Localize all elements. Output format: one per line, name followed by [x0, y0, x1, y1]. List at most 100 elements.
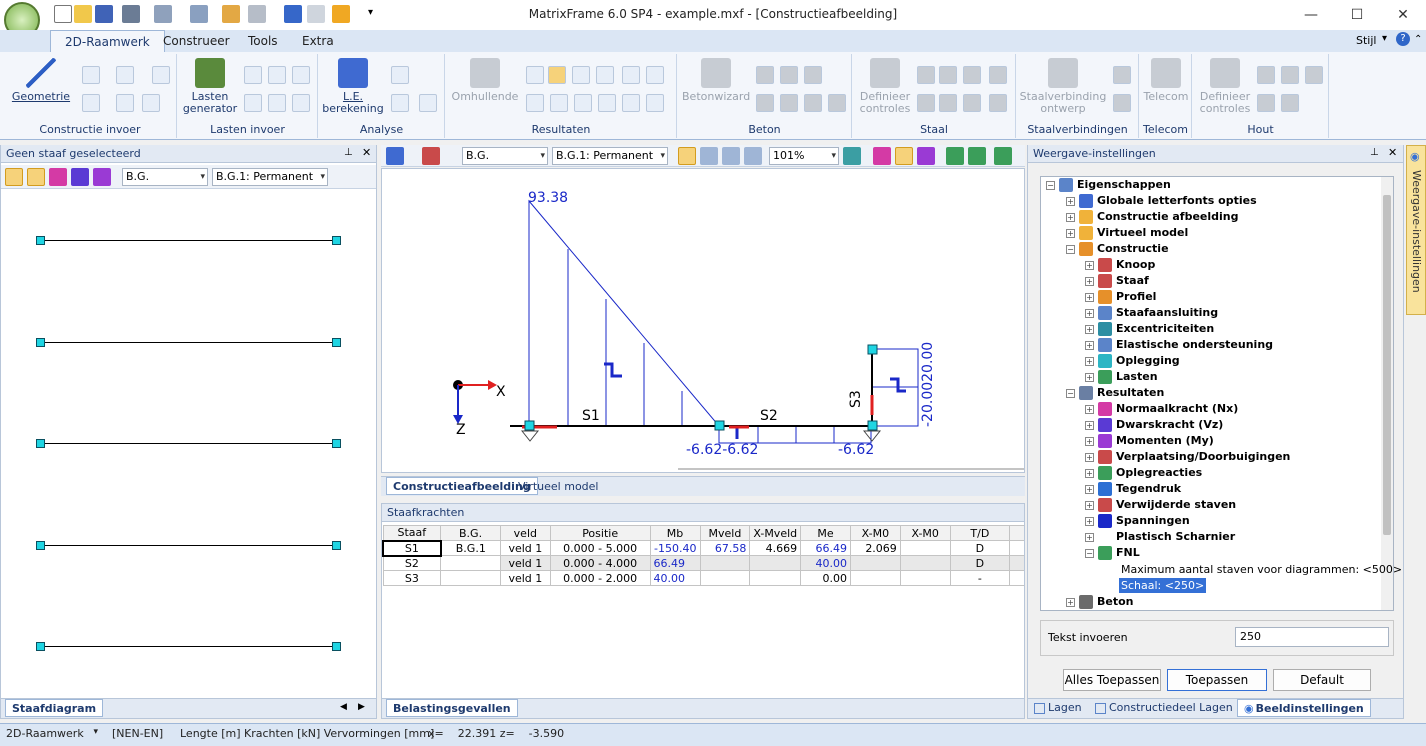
member-result-icon[interactable]	[646, 66, 664, 84]
member-line[interactable]	[41, 545, 337, 546]
cell-me[interactable]: 0.00	[800, 570, 851, 586]
cell-staaf[interactable]: S1	[382, 539, 442, 557]
stress-result-icon[interactable]	[526, 94, 544, 112]
shear-diagram-icon[interactable]	[27, 168, 45, 186]
expand-icon[interactable]: +	[1085, 260, 1094, 270]
steel-chart-3-icon[interactable]	[963, 94, 981, 112]
expand-icon[interactable]: +	[1066, 196, 1075, 206]
tree-item-dwarskracht[interactable]: + Dwarskracht (Vz)	[1085, 417, 1223, 433]
geometrie-button[interactable]: Geometrie	[10, 58, 72, 103]
tree-item-schaal[interactable]: Schaal: <250>	[1119, 578, 1207, 593]
cell-x-mveld[interactable]: 4.669	[749, 540, 802, 556]
member-line[interactable]	[41, 646, 337, 647]
tab-staafdiagram[interactable]: Staafdiagram	[5, 699, 104, 717]
steel-chart-1-icon[interactable]	[917, 94, 935, 112]
reactions-view-icon[interactable]	[968, 147, 986, 165]
cell-bg[interactable]	[440, 555, 501, 571]
scroll-right-icon[interactable]: ▶	[358, 702, 365, 712]
le-berekening-button[interactable]: L.E. berekening	[321, 58, 385, 115]
expand-icon[interactable]: +	[1085, 340, 1094, 350]
member-node-end[interactable]	[332, 439, 341, 448]
left-case-select[interactable]: B.G.1: Permanent	[212, 168, 328, 186]
buckling-icon[interactable]	[622, 94, 640, 112]
right-panel-close-icon[interactable]: ✕	[1388, 146, 1397, 159]
structure-view-icon[interactable]	[386, 147, 404, 165]
normal-force-icon[interactable]	[49, 168, 67, 186]
cell-td[interactable]: -	[949, 570, 1011, 586]
betonwizard-button[interactable]: Betonwizard	[682, 58, 750, 103]
member-node-start[interactable]	[36, 439, 45, 448]
col-me[interactable]: Me	[800, 525, 851, 541]
zoom-in-icon[interactable]	[722, 147, 740, 165]
normal-force-view-icon[interactable]	[873, 147, 891, 165]
calc-table-icon[interactable]	[391, 94, 409, 112]
cell-veld[interactable]: veld 1	[499, 570, 551, 586]
cell-td[interactable]: D	[949, 540, 1011, 556]
col-x-mveld[interactable]: X-Mveld	[749, 525, 802, 541]
cell-positie[interactable]: 0.000 - 2.000	[549, 570, 651, 586]
table-row[interactable]: S2 veld 1 0.000 - 4.000 66.49 40.00 D	[382, 555, 1024, 571]
col-td[interactable]: T/D	[949, 525, 1011, 541]
moment-line-icon[interactable]	[550, 94, 568, 112]
omhullende-button[interactable]: Omhullende	[450, 58, 520, 103]
expand-icon[interactable]: +	[1085, 420, 1094, 430]
tree-item-plastisch-scharnier[interactable]: + Plastisch Scharnier	[1085, 529, 1235, 545]
pan-icon[interactable]	[843, 147, 861, 165]
expand-icon[interactable]: +	[1066, 228, 1075, 238]
drawing-canvas[interactable]	[381, 168, 1025, 473]
default-button[interactable]: Default	[1273, 669, 1371, 691]
cell-veld[interactable]: veld 1	[499, 555, 551, 571]
zoom-extents-icon[interactable]	[700, 147, 718, 165]
view-case-select[interactable]: B.G.1: Permanent	[552, 147, 668, 165]
expand-icon[interactable]: +	[1066, 597, 1075, 607]
moment-icon[interactable]	[93, 168, 111, 186]
col-x-m0-2[interactable]: X-M0	[899, 525, 951, 541]
zoom-out-icon[interactable]	[744, 147, 762, 165]
tab-tools[interactable]: Tools	[234, 30, 292, 52]
calculation-options-icon[interactable]	[391, 66, 409, 84]
cell-x-mveld[interactable]	[749, 570, 802, 586]
close-button[interactable]: ✕	[1380, 0, 1426, 30]
tree-item-lasten[interactable]: + Lasten	[1085, 369, 1158, 385]
line-load-icon[interactable]	[268, 66, 286, 84]
member-profile-icon[interactable]	[152, 66, 170, 84]
cell-mb[interactable]: 66.49	[649, 555, 701, 571]
tab-constructieafbeelding[interactable]: Constructieafbeelding	[386, 477, 538, 495]
cell-mb[interactable]: 40.00	[649, 570, 701, 586]
zoom-window-icon[interactable]	[678, 147, 696, 165]
tab-beeldinstellingen[interactable]: ◉ Beeldinstellingen	[1237, 699, 1371, 717]
col-x-m0-1[interactable]: X-M0	[849, 525, 901, 541]
tree-item[interactable]: + Globale letterfonts opties	[1066, 193, 1257, 209]
ribbon-collapse-icon[interactable]: ⌃	[1414, 34, 1422, 45]
timber-chart-1-icon[interactable]	[1257, 94, 1275, 112]
steel-option-2-icon[interactable]	[939, 66, 957, 84]
expand-icon[interactable]: +	[1085, 404, 1094, 414]
node-1[interactable]	[524, 420, 535, 431]
col-mveld[interactable]: Mveld	[699, 525, 751, 541]
normal-force-result-icon[interactable]	[526, 66, 544, 84]
table-row[interactable]: S3 veld 1 0.000 - 2.000 40.00 0.00 -	[382, 570, 1024, 586]
node-icon[interactable]	[82, 66, 100, 84]
expand-icon[interactable]: +	[1085, 324, 1094, 334]
col-veld[interactable]: veld	[499, 525, 551, 541]
hinge-result-icon[interactable]	[598, 94, 616, 112]
tree-item-oplegreacties[interactable]: + Oplegreacties	[1085, 465, 1202, 481]
tree-item-verwijderde-staven[interactable]: + Verwijderde staven	[1085, 497, 1236, 513]
tree-root[interactable]: − Eigenschappen	[1046, 177, 1171, 193]
style-menu[interactable]: Stijl	[1356, 34, 1376, 47]
support-icon[interactable]	[116, 66, 134, 84]
tree-item-staafaansluiting[interactable]: + Staafaansluiting	[1085, 305, 1218, 321]
hout-definieer-controles-button[interactable]: Definieer controles	[1195, 58, 1255, 115]
table-row[interactable]: S1 B.G.1 veld 1 0.000 - 5.000 -150.40 67…	[382, 539, 1024, 557]
cell-me[interactable]: 40.00	[800, 555, 851, 571]
connection-report-icon[interactable]	[1113, 94, 1131, 112]
cell-mveld[interactable]	[699, 555, 751, 571]
shear-force-view-icon[interactable]	[895, 147, 913, 165]
cell-x-m0-2[interactable]	[899, 570, 951, 586]
tab-construeer[interactable]: Construeer	[149, 30, 244, 52]
status-mode-dropdown-icon[interactable]: ▾	[93, 727, 98, 737]
concrete-section-icon[interactable]	[756, 66, 774, 84]
tree-item-beton[interactable]: + Beton	[1066, 594, 1134, 610]
frame-result-icon[interactable]	[646, 94, 664, 112]
tree-item-oplegging[interactable]: + Oplegging	[1085, 353, 1180, 369]
